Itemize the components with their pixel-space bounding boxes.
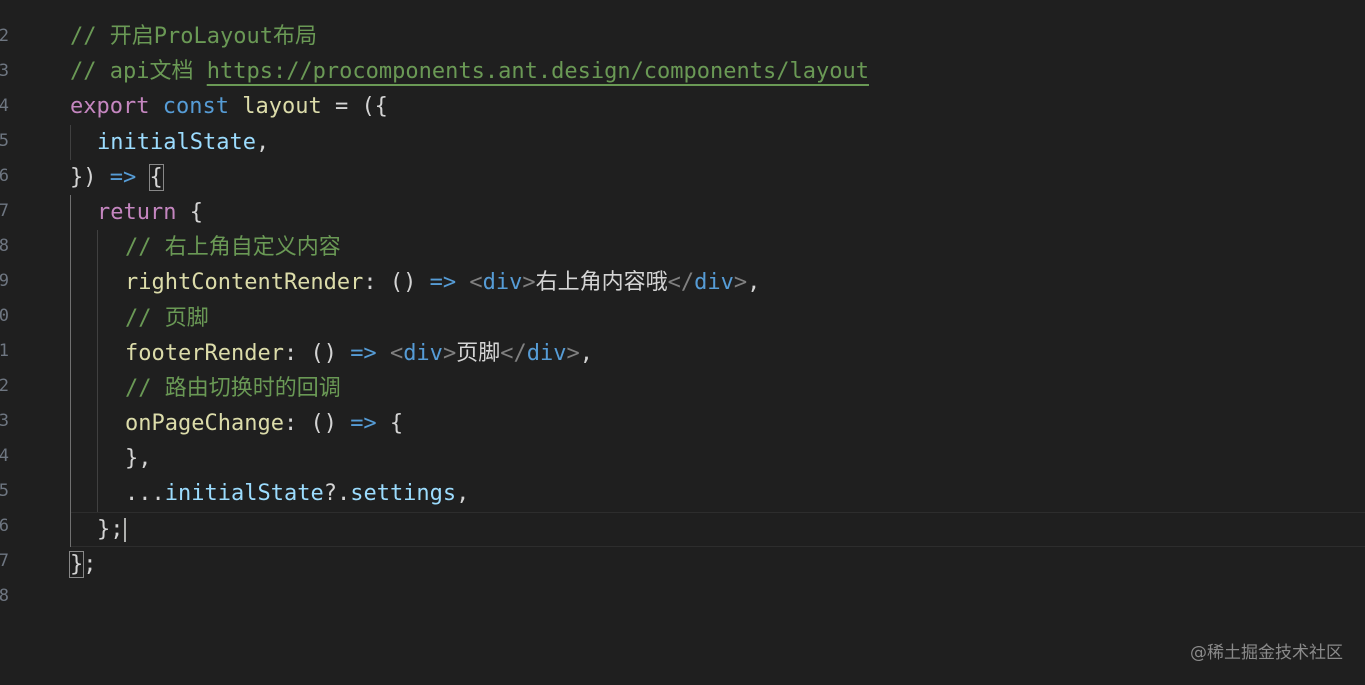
code-line[interactable]: // 页脚 <box>0 300 1365 336</box>
tag-bracket: < <box>469 270 483 296</box>
code-line-current[interactable]: }; <box>0 511 1365 547</box>
code-line[interactable]: }, <box>0 441 1365 477</box>
spread-operator: ... <box>125 481 165 507</box>
arrow-operator: => <box>350 411 377 437</box>
punctuation: , <box>255 129 270 155</box>
current-line-highlight <box>70 511 1365 547</box>
indent-guide <box>70 406 71 442</box>
arrow-operator: => <box>350 340 377 366</box>
code-line[interactable]: ...initialState?.settings, <box>0 476 1365 512</box>
doc-link[interactable]: https://procomponents.ant.design/compone… <box>207 59 869 84</box>
indent-guide <box>70 230 71 266</box>
comment: // 页脚 <box>125 305 209 331</box>
indent-guide <box>97 300 98 336</box>
indent-guide <box>70 265 71 301</box>
punctuation: : () <box>363 270 430 296</box>
comment: // 右上角自定义内容 <box>125 235 341 261</box>
tag-bracket: > <box>733 270 748 296</box>
jsx-tag: div <box>526 340 567 366</box>
tag-bracket: </ <box>667 270 695 296</box>
code-area[interactable]: // 开启ProLayout布局 // api文档 https://procom… <box>0 19 1365 617</box>
jsx-tag: div <box>403 340 443 366</box>
tag-bracket: </ <box>500 340 527 366</box>
indent-guide <box>70 370 71 407</box>
jsx-tag: div <box>482 270 523 296</box>
matched-bracket: { <box>148 163 164 191</box>
code-line[interactable]: footerRender: () => <div>页脚</div>, <box>0 335 1365 371</box>
indent-guide <box>70 511 71 547</box>
punctuation: : () <box>283 411 351 437</box>
keyword-export: export <box>70 94 150 120</box>
function-name: layout <box>242 94 322 120</box>
arrow-operator: => <box>109 164 137 190</box>
member: settings <box>350 481 457 507</box>
code-line[interactable]: export const layout = ({ <box>0 89 1365 124</box>
optional-chain: ?. <box>323 481 351 507</box>
watermark: @稀土掘金技术社区 <box>1190 643 1343 663</box>
indent-guide <box>97 335 98 371</box>
comment: // api文档 <box>70 59 207 85</box>
punctuation: , <box>747 270 761 296</box>
punctuation: ; <box>83 551 97 577</box>
punctuation: }) <box>70 164 97 190</box>
variable: initialState <box>164 481 324 507</box>
code-line[interactable]: initialState, <box>0 124 1365 160</box>
matched-bracket: } <box>68 550 85 578</box>
punctuation: { <box>376 411 404 437</box>
indent-guide <box>70 441 71 477</box>
indent-guide <box>70 476 71 512</box>
indent-guide <box>70 194 71 231</box>
code-line[interactable]: return { <box>0 194 1365 231</box>
code-editor[interactable]: 2 3 4 5 6 7 8 9 0 1 2 3 4 5 6 7 8 // 开启P… <box>0 0 1365 685</box>
indent-guide <box>97 406 98 442</box>
indent-guide <box>70 124 71 160</box>
property-name: rightContentRender <box>125 270 364 296</box>
property-name: onPageChange <box>125 411 284 437</box>
code-line[interactable]: rightContentRender: () => <div>右上角内容哦</d… <box>0 265 1365 301</box>
code-line[interactable]: // 开启ProLayout布局 <box>0 19 1365 54</box>
punctuation: , <box>579 340 593 366</box>
indent-guide <box>97 476 98 512</box>
property-name: footerRender <box>125 340 284 366</box>
indent-guide <box>97 370 98 407</box>
punctuation: { <box>176 199 203 225</box>
jsx-tag: div <box>694 270 734 296</box>
code-line[interactable]: }) => { <box>0 160 1365 195</box>
comment: // 开启ProLayout布局 <box>70 24 317 49</box>
indent-guide <box>70 300 71 336</box>
tag-bracket: > <box>522 270 536 296</box>
punctuation: : () <box>283 340 351 366</box>
keyword-const: const <box>162 94 229 120</box>
parameter: initialState <box>97 129 256 155</box>
tag-bracket: > <box>566 340 580 366</box>
punctuation: }, <box>125 446 152 472</box>
code-line[interactable]: // api文档 https://procomponents.ant.desig… <box>0 54 1365 89</box>
keyword-return: return <box>97 199 177 225</box>
code-line[interactable]: onPageChange: () => { <box>0 406 1365 442</box>
code-line[interactable]: // 右上角自定义内容 <box>0 230 1365 266</box>
code-line[interactable]: // 路由切换时的回调 <box>0 370 1365 407</box>
indent-guide <box>97 441 98 477</box>
code-line[interactable]: }; <box>0 547 1365 582</box>
jsx-text: 页脚 <box>456 340 501 366</box>
punctuation: , <box>456 481 470 507</box>
code-line[interactable] <box>0 582 1365 617</box>
indent-guide <box>97 230 98 266</box>
tag-bracket: > <box>442 340 457 366</box>
indent-guide <box>97 265 98 301</box>
jsx-text: 右上角内容哦 <box>535 270 668 296</box>
indent-guide <box>70 335 71 371</box>
punctuation: = ({ <box>321 94 388 120</box>
tag-bracket: < <box>389 340 404 366</box>
comment: // 路由切换时的回调 <box>125 375 341 401</box>
arrow-operator: => <box>429 270 457 296</box>
